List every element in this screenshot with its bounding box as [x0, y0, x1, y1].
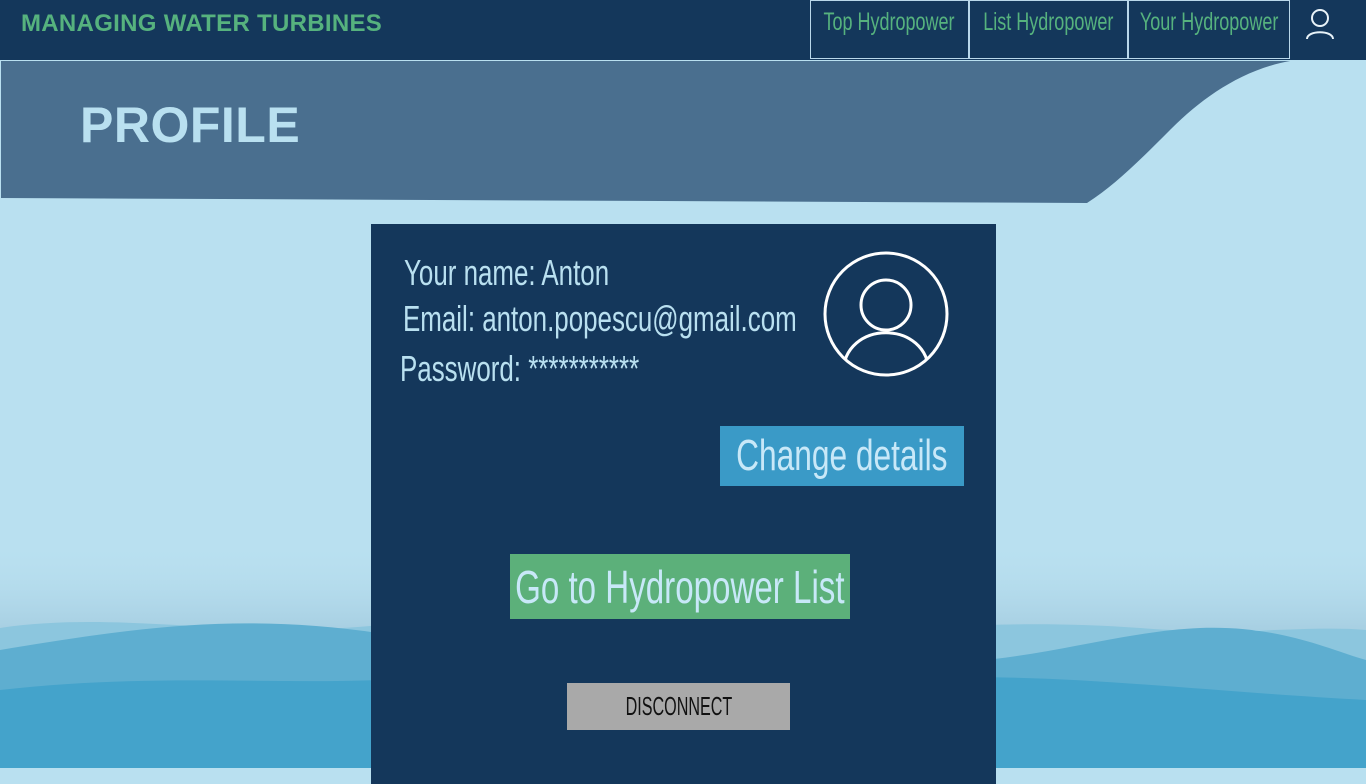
nav-list-hydropower-label: List Hydropower	[983, 8, 1114, 36]
change-details-button[interactable]: Change details	[720, 426, 964, 486]
nav-your-hydropower[interactable]: Your Hydropower	[1128, 0, 1290, 59]
go-to-hydropower-list-button[interactable]: Go to Hydropower List	[510, 554, 850, 619]
go-to-hydropower-list-label: Go to Hydropower List	[515, 560, 845, 613]
change-details-label: Change details	[736, 431, 948, 480]
disconnect-button[interactable]: DISCONNECT	[567, 683, 790, 730]
top-nav-bar: MANAGING WATER TURBINES Top Hydropower L…	[0, 0, 1366, 60]
password-value: ***********	[528, 348, 640, 389]
user-icon[interactable]	[1298, 6, 1342, 46]
brand-title: MANAGING WATER TURBINES	[21, 10, 383, 37]
nav-list-hydropower[interactable]: List Hydropower	[969, 0, 1128, 59]
nav-top-hydropower[interactable]: Top Hydropower	[810, 0, 969, 59]
email-label: Email:	[403, 298, 483, 339]
password-label: Password:	[400, 348, 529, 389]
email-value: anton.popescu@gmail.com	[482, 298, 797, 339]
page-title: PROFILE	[80, 97, 301, 153]
email-row: Email: anton.popescu@gmail.com	[403, 298, 797, 340]
nav-your-hydropower-label: Your Hydropower	[1139, 8, 1279, 36]
disconnect-label: DISCONNECT	[625, 691, 732, 721]
name-row: Your name: Anton	[404, 252, 609, 294]
profile-card: Your name: Anton Email: anton.popescu@gm…	[371, 224, 996, 784]
user-avatar-icon	[823, 251, 949, 377]
name-value: Anton	[541, 252, 610, 293]
name-label: Your name:	[404, 252, 542, 293]
nav-top-hydropower-label: Top Hydropower	[823, 8, 956, 36]
password-row: Password: ***********	[400, 348, 639, 390]
